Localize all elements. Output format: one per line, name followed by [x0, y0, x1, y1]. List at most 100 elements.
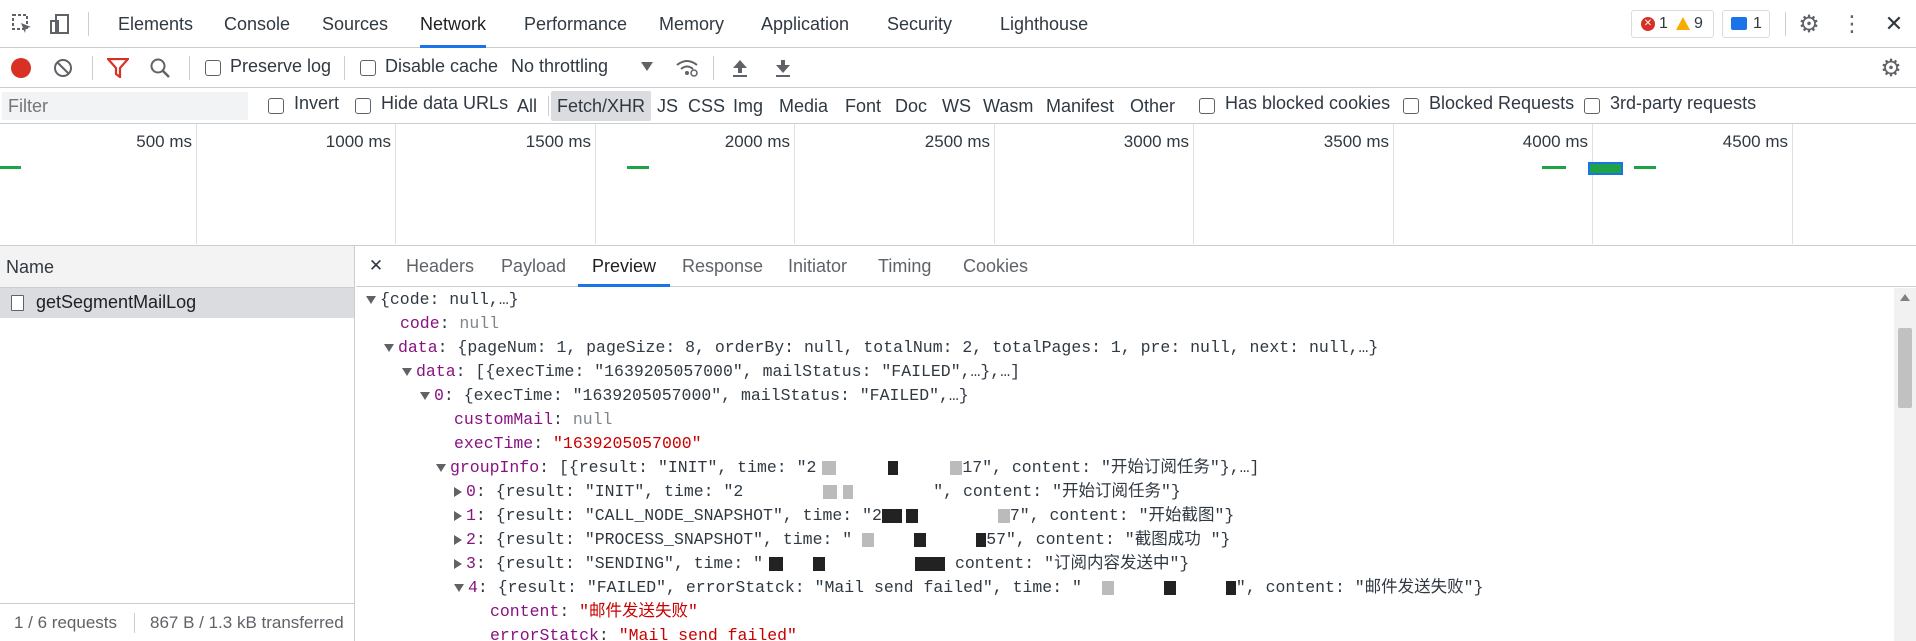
- tab-network[interactable]: Network: [420, 0, 487, 48]
- messages-counter[interactable]: 1: [1722, 10, 1770, 38]
- filter-type-img[interactable]: Img: [727, 91, 769, 121]
- settings-gear-icon[interactable]: ⚙: [1797, 11, 1821, 38]
- device-toolbar-icon[interactable]: [48, 12, 72, 36]
- expand-triangle-icon[interactable]: [402, 367, 412, 376]
- blocked-requests-checkbox[interactable]: [1403, 98, 1419, 114]
- request-detail-panel: ✕ Headers Payload Preview Response Initi…: [356, 246, 1916, 641]
- filter-type-js[interactable]: JS: [651, 91, 684, 121]
- timeline-tick: 500 ms: [136, 132, 192, 151]
- timeline-tick: 1500 ms: [525, 132, 591, 151]
- warning-icon: [1676, 17, 1690, 30]
- filter-type-css[interactable]: CSS: [682, 91, 731, 121]
- tree-node-data[interactable]: data: {pageNum: 1, pageSize: 8, orderBy:…: [384, 336, 1378, 360]
- tab-response[interactable]: Response: [682, 246, 763, 287]
- expand-triangle-icon[interactable]: [454, 534, 462, 545]
- expand-triangle-icon[interactable]: [366, 295, 376, 304]
- filter-type-doc[interactable]: Doc: [889, 91, 933, 121]
- tree-node-group-1[interactable]: 1: {result: "CALL_NODE_SNAPSHOT", time: …: [454, 504, 1234, 528]
- error-count: 1: [1659, 15, 1668, 32]
- tree-node-item-0[interactable]: 0: {execTime: "1639205057000", mailStatu…: [420, 384, 969, 408]
- tab-elements[interactable]: Elements: [118, 0, 193, 48]
- expand-triangle-icon[interactable]: [454, 558, 462, 569]
- timeline-tick: 3000 ms: [1123, 132, 1189, 151]
- tree-node-group-2[interactable]: 2: {result: "PROCESS_SNAPSHOT", time: " 5…: [454, 528, 1230, 552]
- import-har-icon[interactable]: [729, 56, 751, 80]
- tree-node-root[interactable]: {code: null,…}: [366, 288, 519, 312]
- tree-leaf-code: code: null: [400, 314, 500, 333]
- throttling-select[interactable]: No throttling: [511, 56, 608, 77]
- network-toolbar: Preserve log Disable cache No throttling…: [0, 48, 1916, 88]
- tab-sources[interactable]: Sources: [322, 0, 388, 48]
- filter-type-fetch-xhr[interactable]: Fetch/XHR: [551, 91, 652, 121]
- preview-scrollbar[interactable]: [1894, 288, 1916, 641]
- scroll-up-arrow-icon[interactable]: [1900, 294, 1910, 301]
- scrollbar-thumb[interactable]: [1898, 328, 1912, 408]
- timeline-selected-bar: [1588, 162, 1623, 175]
- hide-data-urls-checkbox[interactable]: [355, 98, 371, 114]
- close-detail-icon[interactable]: ✕: [366, 256, 386, 276]
- expand-triangle-icon[interactable]: [384, 343, 394, 352]
- name-column-header[interactable]: Name: [0, 246, 354, 288]
- filter-funnel-icon[interactable]: [106, 57, 130, 79]
- filter-type-ws[interactable]: WS: [936, 91, 977, 121]
- has-blocked-cookies-checkbox[interactable]: [1199, 98, 1215, 114]
- tab-memory[interactable]: Memory: [659, 0, 724, 48]
- network-conditions-icon[interactable]: [674, 56, 700, 80]
- warning-count: 9: [1694, 15, 1703, 32]
- filter-type-manifest[interactable]: Manifest: [1040, 91, 1120, 121]
- tree-node-group-0[interactable]: 0: {result: "INIT", time: "2 ", content: …: [454, 480, 1181, 504]
- tree-node-group-4[interactable]: 4: {result: "FAILED", errorStatck: "Mail…: [454, 576, 1483, 600]
- tree-node-data-list[interactable]: data: [{execTime: "1639205057000", mailS…: [402, 360, 1020, 384]
- devtools-tab-bar: Elements Console Sources Network Perform…: [0, 0, 1916, 48]
- filter-type-all[interactable]: All: [511, 91, 543, 121]
- inspect-element-icon[interactable]: [10, 12, 34, 36]
- chevron-down-icon[interactable]: [641, 62, 653, 71]
- tab-preview[interactable]: Preview: [578, 246, 671, 287]
- tab-timing[interactable]: Timing: [878, 246, 931, 287]
- tab-performance[interactable]: Performance: [524, 0, 627, 48]
- third-party-requests-checkbox[interactable]: [1584, 98, 1600, 114]
- requests-count: 1 / 6 requests: [14, 613, 118, 632]
- clear-icon[interactable]: [52, 57, 74, 79]
- tab-lighthouse[interactable]: Lighthouse: [1000, 0, 1088, 48]
- search-icon[interactable]: [148, 57, 172, 79]
- tree-node-groupinfo[interactable]: groupInfo: [{result: "INIT", time: "2 17"…: [436, 456, 1259, 480]
- filter-type-media[interactable]: Media: [773, 91, 834, 121]
- invert-checkbox[interactable]: [268, 98, 284, 114]
- timeline-request-bar: [0, 166, 21, 169]
- tab-cookies[interactable]: Cookies: [963, 246, 1028, 287]
- tab-initiator[interactable]: Initiator: [788, 246, 847, 287]
- message-count: 1: [1753, 15, 1762, 32]
- timeline-tick: 2500 ms: [924, 132, 990, 151]
- tree-leaf-custommail: customMail: null: [454, 410, 613, 429]
- tab-application[interactable]: Application: [761, 0, 849, 48]
- issues-counter[interactable]: ✕ 1 9: [1631, 10, 1714, 38]
- tab-security[interactable]: Security: [887, 0, 952, 48]
- expand-triangle-icon[interactable]: [436, 463, 446, 472]
- close-devtools-icon[interactable]: ✕: [1882, 11, 1906, 36]
- request-row[interactable]: getSegmentMailLog: [0, 288, 354, 318]
- more-options-icon[interactable]: ⋮: [1840, 11, 1864, 36]
- preserve-log-checkbox[interactable]: [205, 60, 221, 76]
- tab-payload[interactable]: Payload: [501, 246, 566, 287]
- record-icon[interactable]: [11, 58, 31, 78]
- expand-triangle-icon[interactable]: [454, 486, 462, 497]
- disable-cache-checkbox[interactable]: [360, 60, 376, 76]
- filter-input[interactable]: [2, 92, 248, 120]
- timeline-request-bar: [1542, 166, 1566, 169]
- request-name: getSegmentMailLog: [36, 292, 197, 312]
- third-party-requests-label: 3rd-party requests: [1610, 93, 1757, 113]
- filter-type-font[interactable]: Font: [839, 91, 887, 121]
- network-settings-gear-icon[interactable]: ⚙: [1879, 55, 1903, 82]
- export-har-icon[interactable]: [772, 56, 794, 80]
- filter-type-wasm[interactable]: Wasm: [977, 91, 1039, 121]
- tab-headers[interactable]: Headers: [406, 246, 474, 287]
- expand-triangle-icon[interactable]: [454, 510, 462, 521]
- preserve-log-label: Preserve log: [230, 56, 332, 76]
- network-overview-timeline[interactable]: 500 ms 1000 ms 1500 ms 2000 ms 2500 ms 3…: [0, 124, 1916, 246]
- filter-type-other[interactable]: Other: [1124, 91, 1181, 121]
- expand-triangle-icon[interactable]: [420, 391, 430, 400]
- expand-triangle-icon[interactable]: [454, 583, 464, 592]
- tab-console[interactable]: Console: [224, 0, 290, 48]
- tree-node-group-3[interactable]: 3: {result: "SENDING", time: " content: …: [454, 552, 1189, 576]
